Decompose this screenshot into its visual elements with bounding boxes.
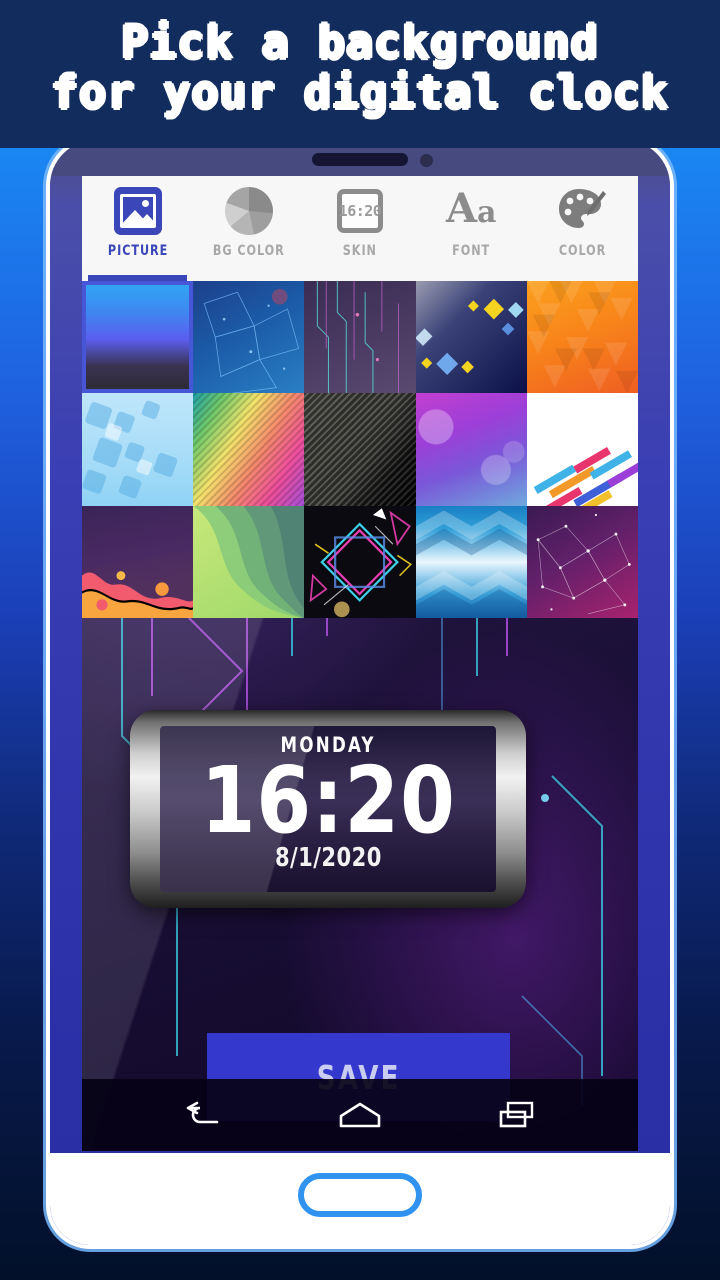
wallpaper-thumb-purple-network[interactable] xyxy=(526,505,638,618)
tab-picture-label: PICTURE xyxy=(107,243,168,259)
wallpaper-grid xyxy=(82,281,638,618)
wallpaper-thumb-white-color-arrows[interactable] xyxy=(526,393,638,506)
phone-bottom-bezel xyxy=(50,1153,670,1245)
front-camera-icon xyxy=(420,154,433,167)
wallpaper-thumb-green-waves[interactable] xyxy=(193,505,305,618)
wallpaper-thumb-blue-chevrons[interactable] xyxy=(415,505,527,618)
wallpaper-thumb-light-blue-squares[interactable] xyxy=(82,393,194,506)
page-title: Pick a background for your digital clock xyxy=(0,16,720,119)
wallpaper-thumb-orange-triangles[interactable] xyxy=(526,281,638,394)
clock-time: 16:20 xyxy=(200,747,456,854)
phone-device: PICTURE BG COLOR 16:20 SKIN Aa FONT COLO… xyxy=(50,140,670,1245)
clock-display: MONDAY 16:20 8/1/2020 xyxy=(160,726,496,892)
phone-screen: PICTURE BG COLOR 16:20 SKIN Aa FONT COLO… xyxy=(82,176,638,1151)
tab-bg-color-label: BG COLOR xyxy=(212,243,285,259)
wallpaper-thumb-carbon-fiber[interactable] xyxy=(304,393,416,506)
editor-tabbar: PICTURE BG COLOR 16:20 SKIN Aa FONT COLO… xyxy=(82,176,638,281)
wallpaper-thumb-neon-diamond[interactable] xyxy=(304,505,416,618)
android-navbar xyxy=(82,1079,638,1151)
tab-font-label: FONT xyxy=(452,243,491,259)
home-icon[interactable] xyxy=(328,1092,392,1138)
wallpaper-thumb-navy-yellow-diamonds[interactable] xyxy=(415,281,527,394)
palette-icon xyxy=(556,185,608,237)
wallpaper-thumb-purple-circuit[interactable] xyxy=(304,281,416,394)
tab-color-label: COLOR xyxy=(558,243,607,259)
wallpaper-thumb-blue-low-poly[interactable] xyxy=(193,281,305,394)
wallpaper-thumb-rainbow-diagonal[interactable] xyxy=(193,393,305,506)
tab-bg-color[interactable]: BG COLOR xyxy=(193,176,304,281)
pie-chart-icon xyxy=(223,185,275,237)
font-aa-icon: Aa xyxy=(445,185,497,232)
recents-icon[interactable] xyxy=(485,1092,549,1138)
picture-icon xyxy=(112,185,164,237)
skin-frame-icon: 16:20 xyxy=(334,185,386,237)
tab-picture[interactable]: PICTURE xyxy=(82,176,193,281)
skin-icon-time: 16:20 xyxy=(338,202,382,220)
tab-skin-label: SKIN xyxy=(342,243,378,259)
earpiece-speaker xyxy=(312,153,408,166)
back-icon[interactable] xyxy=(171,1092,235,1138)
clock-date: 8/1/2020 xyxy=(274,843,382,873)
header-line-2: for your digital clock xyxy=(50,66,670,119)
promo-header: Pick a background for your digital clock xyxy=(0,0,720,148)
wallpaper-thumb-purple-orange-liquid[interactable] xyxy=(82,505,194,618)
physical-home-button[interactable] xyxy=(298,1173,422,1217)
tab-skin[interactable]: 16:20 SKIN xyxy=(304,176,415,281)
wallpaper-thumb-purple-bokeh[interactable] xyxy=(415,393,527,506)
clock-widget[interactable]: MONDAY 16:20 8/1/2020 xyxy=(130,710,526,908)
tab-font[interactable]: Aa FONT xyxy=(416,176,527,281)
wallpaper-thumb-blue-gradient[interactable] xyxy=(82,281,194,394)
header-line-1: Pick a background xyxy=(121,16,599,69)
tab-color[interactable]: COLOR xyxy=(527,176,638,281)
